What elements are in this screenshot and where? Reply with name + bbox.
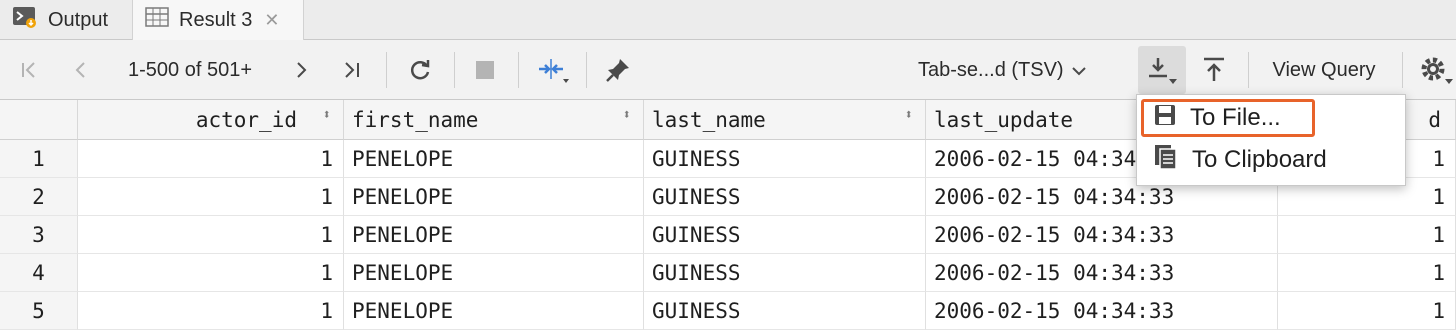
- table-row[interactable]: 5 1 PENELOPE GUINESS 2006-02-15 04:34:33 1: [0, 292, 1456, 330]
- compare-icon: [539, 59, 569, 83]
- tab-bar: Output Result 3 ✕: [0, 0, 1456, 40]
- toolbar-divider: [386, 52, 387, 88]
- cell-last-name[interactable]: GUINESS: [644, 254, 926, 292]
- format-label: Tab-se...d (TSV): [918, 58, 1064, 81]
- settings-button[interactable]: [1416, 40, 1456, 100]
- cell-actor-id[interactable]: 1: [78, 216, 344, 254]
- stop-icon: [476, 61, 494, 79]
- export-menu: To File... To Clipboard: [1136, 94, 1406, 186]
- last-page-button[interactable]: [336, 40, 368, 100]
- download-icon: [1149, 58, 1177, 84]
- column-header-first-name[interactable]: first_name ⬍: [344, 100, 644, 140]
- toolbar-divider: [454, 52, 455, 88]
- table-row[interactable]: 4 1 PENELOPE GUINESS 2006-02-15 04:34:33 1: [0, 254, 1456, 292]
- column-header-last-name[interactable]: last_name ⬍: [644, 100, 926, 140]
- cell-actor-id[interactable]: 1: [78, 292, 344, 330]
- cell-first-name[interactable]: PENELOPE: [344, 216, 644, 254]
- cell-last-name[interactable]: GUINESS: [644, 178, 926, 216]
- stop-button[interactable]: [468, 40, 502, 100]
- table-row[interactable]: 3 1 PENELOPE GUINESS 2006-02-15 04:34:33 1: [0, 216, 1456, 254]
- column-header-label: last_update: [934, 107, 1074, 132]
- last-page-icon: [345, 62, 359, 78]
- column-header-label: first_name: [352, 107, 479, 132]
- toolbar-divider: [1248, 52, 1249, 88]
- tab-label: Output: [48, 8, 109, 31]
- toolbar: 1-500 of 501+ Tab-se...d (TSV) View Quer…: [0, 40, 1456, 100]
- upload-icon: [1204, 57, 1224, 81]
- pin-button[interactable]: [600, 40, 636, 100]
- menu-item-label: To File...: [1190, 104, 1281, 131]
- pagination-label[interactable]: 1-500 of 501+: [110, 40, 270, 100]
- row-number[interactable]: 5: [0, 292, 78, 330]
- toolbar-divider: [586, 52, 587, 88]
- cell-last-column[interactable]: 1: [1278, 292, 1456, 330]
- menu-item-to-file[interactable]: To File...: [1141, 99, 1315, 137]
- column-header-label: last_name: [652, 107, 766, 132]
- table-icon: [145, 7, 169, 33]
- menu-item-label: To Clipboard: [1192, 146, 1327, 173]
- sort-icon[interactable]: ⬍: [905, 108, 913, 122]
- tab-output[interactable]: Output: [0, 0, 130, 40]
- cell-first-name[interactable]: PENELOPE: [344, 140, 644, 178]
- cell-last-name[interactable]: GUINESS: [644, 292, 926, 330]
- row-number[interactable]: 2: [0, 178, 78, 216]
- refresh-icon: [410, 60, 430, 80]
- sort-icon[interactable]: ⬍: [623, 108, 631, 122]
- row-number[interactable]: 1: [0, 140, 78, 178]
- cell-last-update[interactable]: 2006-02-15 04:34:33: [926, 292, 1278, 330]
- cell-last-update[interactable]: 2006-02-15 04:34:33: [926, 254, 1278, 292]
- chevron-down-icon: [1071, 59, 1086, 82]
- chevron-right-icon: [297, 62, 307, 78]
- cell-last-update[interactable]: 2006-02-15 04:34:33: [926, 216, 1278, 254]
- cell-first-name[interactable]: PENELOPE: [344, 254, 644, 292]
- toolbar-divider: [1402, 52, 1403, 88]
- close-icon[interactable]: ✕: [264, 10, 279, 31]
- cell-last-name[interactable]: GUINESS: [644, 216, 926, 254]
- next-page-button[interactable]: [286, 40, 316, 100]
- import-button[interactable]: [1194, 40, 1234, 100]
- row-number-header: [0, 100, 78, 140]
- tab-result-3[interactable]: Result 3 ✕: [132, 0, 304, 40]
- first-page-icon: [22, 62, 35, 78]
- gear-icon: [1421, 57, 1453, 84]
- sort-icon[interactable]: ⬍: [323, 108, 331, 122]
- cell-last-column[interactable]: 1: [1278, 254, 1456, 292]
- column-header-label: d: [1428, 107, 1441, 132]
- first-page-button[interactable]: [14, 40, 44, 100]
- row-number[interactable]: 3: [0, 216, 78, 254]
- view-query-button[interactable]: View Query: [1262, 40, 1386, 100]
- refresh-button[interactable]: [402, 40, 438, 100]
- tab-label: Result 3: [179, 8, 253, 31]
- console-icon: [12, 5, 38, 35]
- format-dropdown[interactable]: Tab-se...d (TSV): [918, 40, 1122, 100]
- menu-item-to-clipboard[interactable]: To Clipboard: [1141, 141, 1401, 179]
- row-number[interactable]: 4: [0, 254, 78, 292]
- cell-first-name[interactable]: PENELOPE: [344, 178, 644, 216]
- cell-last-name[interactable]: GUINESS: [644, 140, 926, 178]
- export-button[interactable]: [1138, 46, 1186, 94]
- cell-actor-id[interactable]: 1: [78, 140, 344, 178]
- previous-page-button[interactable]: [66, 40, 96, 100]
- cell-actor-id[interactable]: 1: [78, 178, 344, 216]
- toolbar-divider: [518, 52, 519, 88]
- pin-icon: [606, 59, 629, 82]
- compare-button[interactable]: [532, 40, 574, 100]
- cell-actor-id[interactable]: 1: [78, 254, 344, 292]
- column-header-label: actor_id: [195, 107, 297, 132]
- save-icon: [1154, 104, 1176, 133]
- column-header-actor-id[interactable]: actor_id ⬍: [78, 100, 344, 140]
- cell-last-column[interactable]: 1: [1278, 216, 1456, 254]
- chevron-left-icon: [75, 62, 85, 78]
- cell-first-name[interactable]: PENELOPE: [344, 292, 644, 330]
- clipboard-icon: [1154, 144, 1178, 177]
